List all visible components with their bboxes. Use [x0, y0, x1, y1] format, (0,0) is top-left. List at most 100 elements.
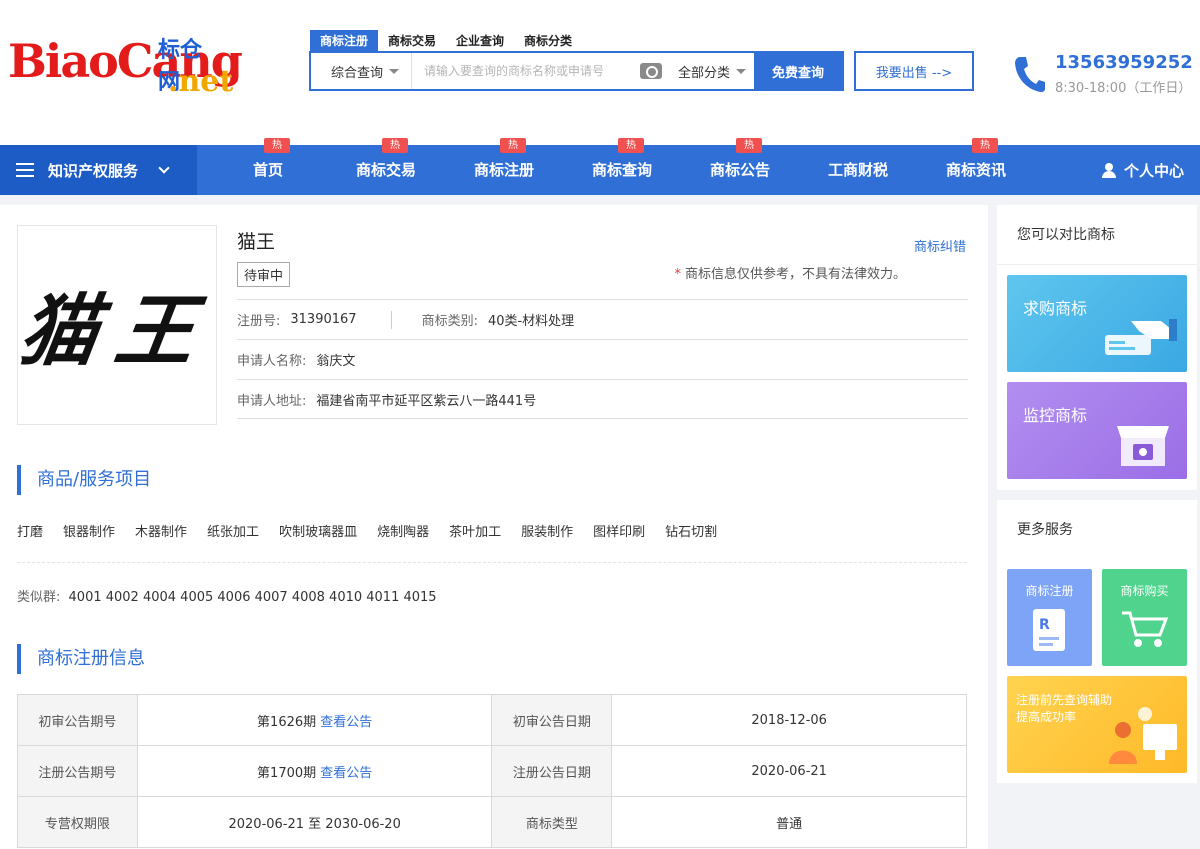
goods-item: 图样印刷 [593, 525, 646, 540]
status-badge: 待审中 [237, 262, 291, 287]
nav-finance[interactable]: 工商财税 [808, 145, 908, 195]
user-center-label: 个人中心 [1123, 161, 1184, 180]
nav-finance-label: 工商财税 [827, 161, 888, 179]
monitor-trademark-card[interactable]: 监控商标 [1007, 382, 1187, 479]
class-value: 40类-材料处理 [487, 314, 575, 329]
search-type-select[interactable]: 综合查询 [311, 53, 413, 89]
hot-badge: 热 [264, 138, 290, 153]
search-tab-trade[interactable]: 商标交易 [378, 30, 446, 52]
user-center-link[interactable]: 个人中心 [1101, 145, 1184, 195]
nav-news-label: 商标资讯 [945, 161, 1006, 179]
cell-text: 第1626期 [257, 714, 317, 730]
hot-badge: 热 [500, 138, 526, 153]
sell-button[interactable]: 我要出售 --> [854, 51, 974, 91]
search-type-value: 综合查询 [331, 65, 384, 81]
buy-service-card-label: 商标购买 [1120, 584, 1169, 598]
user-icon [1101, 163, 1116, 178]
buy-service-card[interactable]: 商标购买 [1102, 569, 1187, 666]
trademark-image: 猫王 [14, 225, 218, 425]
main-nav: 知识产权服务 首页 热 商标交易 热 商标注册 热 商标查询 热 商标公告 热 … [0, 138, 1200, 195]
nav-home[interactable]: 首页 热 [218, 138, 318, 195]
search-input[interactable] [412, 53, 630, 89]
goods-item: 银器制作 [63, 525, 116, 540]
goods-item: 纸张加工 [207, 525, 260, 540]
nav-announcement-label: 商标公告 [709, 161, 770, 179]
divider [17, 562, 967, 563]
table-header-cell: 初审公告日期 [491, 694, 613, 746]
cart-icon [1122, 611, 1169, 647]
disclaimer-text: 商标信息仅供参考，不具有法律效力。 [684, 267, 906, 282]
applicant-label: 申请人名称: [237, 354, 307, 369]
table-header-cell: 初审公告期号 [17, 694, 138, 746]
nav-register-label: 商标注册 [473, 161, 534, 179]
divider [237, 418, 968, 419]
trademark-image-text: 猫王 [13, 286, 219, 377]
info-row-registration: 注册号: 31390167 商标类别: 40类-材料处理 [237, 299, 968, 339]
handshake-icon [1105, 319, 1177, 355]
search-tab-classes[interactable]: 商标分类 [514, 30, 582, 52]
nav-home-label: 首页 [252, 161, 283, 179]
table-cell: 第1626期 查看公告 [136, 694, 493, 746]
compare-title: 您可以对比商标 [997, 205, 1197, 265]
goods-item: 钻石切割 [665, 525, 718, 540]
registration-table: 初审公告期号 第1626期 查看公告 初审公告日期 2018-12-06 注册公… [17, 694, 967, 848]
site-logo[interactable]: BiaoCang 标仓网 .net [8, 30, 243, 110]
pre-check-card[interactable]: 注册前先查询辅助提高成功率 [1007, 676, 1187, 773]
registration-section-title: 商标注册信息 [17, 644, 145, 674]
disclaimer-note: * 商标信息仅供参考，不具有法律效力。 [674, 263, 906, 282]
table-cell: 第1700期 查看公告 [136, 745, 493, 797]
hot-badge: 热 [382, 138, 408, 153]
similar-groups: 类似群: 4001 4002 4004 4005 4006 4007 4008 … [17, 586, 437, 605]
register-card-label: 商标注册 [1025, 584, 1074, 598]
nav-trade-label: 商标交易 [355, 161, 416, 179]
view-announcement-link[interactable]: 查看公告 [320, 715, 372, 730]
goods-section-title: 商品/服务项目 [17, 465, 151, 495]
divider [390, 310, 392, 329]
search-tab-register[interactable]: 商标注册 [310, 30, 379, 52]
table-header-cell: 专营权期限 [17, 796, 138, 848]
search-category-select[interactable]: 全部分类 [672, 53, 754, 89]
nav-announcement[interactable]: 商标公告 热 [690, 138, 790, 195]
contact-phone: 13563959252 [1055, 52, 1193, 73]
nav-query[interactable]: 商标查询 热 [572, 138, 672, 195]
chevron-down-icon [736, 68, 746, 74]
cell-text: 第1700期 [257, 765, 317, 781]
reg-no-value: 31390167 [290, 312, 357, 327]
camera-icon[interactable] [639, 63, 662, 79]
chevron-down-icon [158, 162, 170, 174]
register-service-card[interactable]: 商标注册 R [1007, 569, 1092, 666]
table-cell: 2020-06-21 [611, 745, 967, 797]
nav-query-label: 商标查询 [591, 161, 652, 179]
goods-item: 烧制陶器 [377, 525, 430, 540]
search-box: 综合查询 全部分类 免费查询 [309, 51, 844, 91]
view-announcement-link[interactable]: 查看公告 [320, 766, 372, 781]
goods-item: 服装制作 [521, 525, 574, 540]
table-cell: 普通 [611, 796, 967, 848]
reg-no-label: 注册号: [237, 314, 281, 329]
asterisk: * [674, 267, 681, 282]
table-cell: 2020-06-21 至 2030-06-20 [136, 796, 493, 848]
buy-card-label: 求购商标 [1023, 299, 1088, 318]
ip-services-label: 知识产权服务 [48, 161, 139, 180]
table-row: 专营权期限 2020-06-21 至 2030-06-20 商标类型 普通 [17, 796, 967, 848]
report-error-link[interactable]: 商标纠错 [914, 236, 966, 255]
menu-icon [16, 163, 34, 177]
nav-trade[interactable]: 商标交易 热 [336, 138, 436, 195]
buy-trademark-card[interactable]: 求购商标 [1007, 275, 1187, 372]
chevron-down-icon [389, 68, 400, 74]
hot-badge: 热 [972, 138, 998, 153]
shop-icon [1117, 426, 1169, 466]
similar-groups-value: 4001 4002 4004 4005 4006 4007 4008 4010 … [68, 590, 437, 605]
nav-register[interactable]: 商标注册 热 [454, 138, 554, 195]
table-row: 注册公告期号 第1700期 查看公告 注册公告日期 2020-06-21 [17, 745, 967, 797]
nav-news[interactable]: 商标资讯 热 [926, 138, 1026, 195]
monitor-card-label: 监控商标 [1023, 406, 1088, 425]
search-tab-company[interactable]: 企业查询 [446, 30, 514, 52]
free-search-button[interactable]: 免费查询 [754, 53, 842, 89]
table-cell: 2018-12-06 [611, 694, 967, 746]
trademark-name: 猫王 [237, 231, 276, 253]
trademark-detail: 猫王 猫王 待审中 商标纠错 * 商标信息仅供参考，不具有法律效力。 注册号: 3… [0, 205, 988, 849]
ip-services-menu[interactable]: 知识产权服务 [0, 145, 197, 195]
search-category-value: 全部分类 [677, 65, 730, 81]
address-label: 申请人地址: [237, 394, 307, 409]
